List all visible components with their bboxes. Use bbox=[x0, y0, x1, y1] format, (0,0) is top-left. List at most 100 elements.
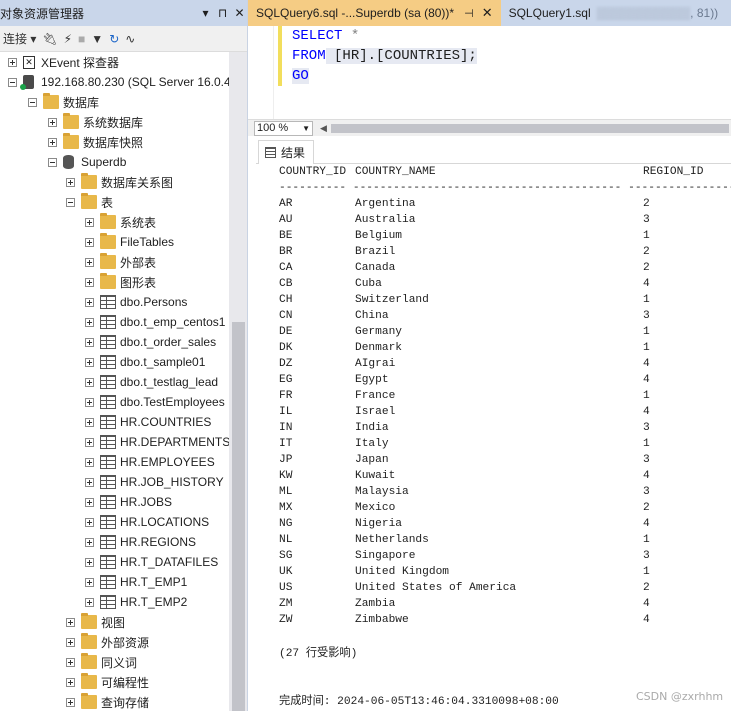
tree-node[interactable]: 192.168.80.230 (SQL Server 16.0.4 bbox=[8, 72, 229, 92]
tree-node[interactable]: Superdb bbox=[48, 152, 126, 172]
connect-plug-icon[interactable]: 🔌︎ bbox=[39, 29, 60, 49]
object-explorer-scrollbar[interactable] bbox=[229, 52, 247, 711]
tree-node[interactable]: dbo.t_order_sales bbox=[85, 332, 216, 352]
zoom-select[interactable]: 100 % ▼ bbox=[254, 121, 313, 136]
tree-node[interactable]: 外部表 bbox=[85, 252, 156, 272]
table-cell: MX bbox=[279, 502, 293, 514]
tree-node[interactable]: HR.DEPARTMENTS bbox=[85, 432, 229, 452]
tree-node[interactable]: dbo.Persons bbox=[85, 292, 187, 312]
xevent-icon: ✕ bbox=[23, 55, 35, 69]
expand-icon[interactable] bbox=[85, 577, 94, 587]
expand-icon[interactable] bbox=[85, 357, 94, 367]
tree-node[interactable]: HR.JOB_HISTORY bbox=[85, 472, 224, 492]
table-cell: Cuba bbox=[355, 278, 382, 290]
expand-icon[interactable] bbox=[85, 597, 94, 607]
collapse-icon[interactable] bbox=[48, 157, 57, 167]
stop-icon[interactable]: ■ bbox=[75, 29, 88, 49]
tree-node[interactable]: dbo.TestEmployees bbox=[85, 392, 225, 412]
expand-icon[interactable] bbox=[85, 257, 94, 267]
expand-icon[interactable] bbox=[85, 477, 94, 487]
object-explorer-titlebar: 对象资源管理器 ▾ ⊓ ✕ bbox=[0, 0, 247, 26]
expand-icon[interactable] bbox=[85, 397, 94, 407]
tab-sqlquery1[interactable]: SQLQuery1.sql ▒▒▒▒▒▒▒▒▒▒▒ , 81)) bbox=[501, 0, 727, 26]
expand-icon[interactable] bbox=[85, 517, 94, 527]
tree-node[interactable]: 图形表 bbox=[85, 272, 156, 292]
expand-icon[interactable] bbox=[66, 617, 75, 627]
tree-node[interactable]: HR.JOBS bbox=[85, 492, 172, 512]
filter-icon[interactable]: ▼ bbox=[88, 29, 106, 49]
scroll-left-icon[interactable]: ◀ bbox=[320, 123, 327, 134]
tree-node[interactable]: 可编程性 bbox=[66, 672, 149, 692]
expand-icon[interactable] bbox=[85, 217, 94, 227]
activity-monitor-icon[interactable]: ∿ bbox=[122, 29, 138, 49]
collapse-icon[interactable] bbox=[66, 197, 75, 207]
tree-node[interactable]: HR.T_EMP2 bbox=[85, 592, 187, 612]
tree-node[interactable]: 视图 bbox=[66, 612, 125, 632]
tree-node[interactable]: HR.LOCATIONS bbox=[85, 512, 209, 532]
tree-node[interactable]: 系统数据库 bbox=[48, 112, 143, 132]
expand-icon[interactable] bbox=[8, 57, 17, 67]
refresh-icon[interactable]: ↻ bbox=[106, 29, 122, 49]
tree-node[interactable]: HR.T_EMP1 bbox=[85, 572, 187, 592]
query-editor[interactable]: SELECT * FROM [HR].[COUNTRIES]; GO bbox=[248, 26, 731, 120]
expand-icon[interactable] bbox=[85, 437, 94, 447]
tree-node[interactable]: 表 bbox=[66, 192, 113, 212]
expand-icon[interactable] bbox=[85, 297, 94, 307]
connect-button[interactable]: 连接 ▾ bbox=[0, 29, 39, 49]
tree-node[interactable]: 查询存储 bbox=[66, 692, 149, 711]
column-header: COUNTRY_NAME bbox=[355, 166, 436, 178]
expand-icon[interactable] bbox=[85, 417, 94, 427]
expand-icon[interactable] bbox=[85, 317, 94, 327]
expand-icon[interactable] bbox=[85, 557, 94, 567]
scrollbar-thumb[interactable] bbox=[232, 322, 245, 711]
expand-icon[interactable] bbox=[85, 237, 94, 247]
table-cell: ZM bbox=[279, 598, 293, 610]
close-icon[interactable]: ✕ bbox=[231, 6, 247, 20]
close-tab-icon[interactable]: ✕ bbox=[482, 5, 493, 21]
expand-icon[interactable] bbox=[66, 697, 75, 707]
tab-results[interactable]: 结果 bbox=[258, 140, 315, 164]
expand-icon[interactable] bbox=[85, 497, 94, 507]
tree-node[interactable]: HR.T_DATAFILES bbox=[85, 552, 218, 572]
tree-node[interactable]: HR.REGIONS bbox=[85, 532, 196, 552]
expand-icon[interactable] bbox=[85, 537, 94, 547]
tree-node[interactable]: FileTables bbox=[85, 232, 174, 252]
tree-node[interactable]: ✕ XEvent 探查器 bbox=[8, 52, 119, 72]
expand-icon[interactable] bbox=[85, 457, 94, 467]
horizontal-scrollbar-thumb[interactable] bbox=[331, 124, 729, 133]
collapse-icon[interactable] bbox=[28, 97, 37, 107]
tree-node[interactable]: 数据库快照 bbox=[48, 132, 143, 152]
tree-node[interactable]: 数据库 bbox=[28, 92, 99, 112]
tree-node-label: 表 bbox=[101, 195, 114, 210]
tree-node[interactable]: HR.EMPLOYEES bbox=[85, 452, 215, 472]
collapse-icon[interactable] bbox=[8, 77, 17, 87]
disconnect-icon[interactable]: ⚡︎ bbox=[61, 29, 75, 49]
pin-icon[interactable]: ⊓ bbox=[214, 6, 231, 20]
code-line-3: GO bbox=[292, 66, 477, 86]
expand-icon[interactable] bbox=[66, 177, 75, 187]
tree-node[interactable]: 数据库关系图 bbox=[66, 172, 173, 192]
expand-icon[interactable] bbox=[48, 137, 57, 147]
expand-icon[interactable] bbox=[85, 337, 94, 347]
tab-sqlquery6[interactable]: SQLQuery6.sql -...Superdb (sa (80))* ⊣ ✕ bbox=[248, 0, 501, 26]
expand-icon[interactable] bbox=[48, 117, 57, 127]
expand-icon[interactable] bbox=[66, 657, 75, 667]
tree-node[interactable]: 系统表 bbox=[85, 212, 156, 232]
expand-icon[interactable] bbox=[66, 677, 75, 687]
tree-node[interactable]: HR.COUNTRIES bbox=[85, 412, 211, 432]
table-cell: 3 bbox=[643, 550, 650, 562]
expand-icon[interactable] bbox=[85, 277, 94, 287]
change-marker bbox=[278, 26, 282, 86]
tree-node[interactable]: 同义词 bbox=[66, 652, 137, 672]
keyword-select: SELECT bbox=[292, 28, 343, 44]
tree-node[interactable]: dbo.t_testlag_lead bbox=[85, 372, 218, 392]
tree-node[interactable]: dbo.t_sample01 bbox=[85, 352, 205, 372]
tree-node[interactable]: dbo.t_emp_centos1 bbox=[85, 312, 225, 332]
expand-icon[interactable] bbox=[66, 637, 75, 647]
sql-code[interactable]: SELECT * FROM [HR].[COUNTRIES]; GO bbox=[292, 26, 477, 86]
dropdown-icon[interactable]: ▾ bbox=[197, 6, 214, 20]
pin-icon[interactable]: ⊣ bbox=[464, 7, 474, 20]
expand-icon[interactable] bbox=[85, 377, 94, 387]
folder-icon bbox=[100, 253, 116, 269]
tree-node[interactable]: 外部资源 bbox=[66, 632, 149, 652]
